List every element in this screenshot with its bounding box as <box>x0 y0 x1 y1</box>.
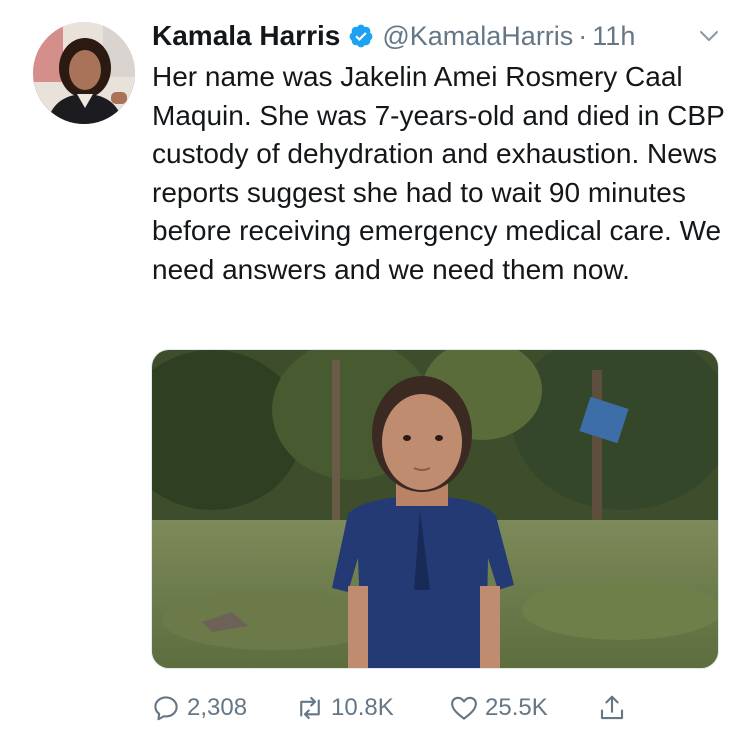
tweet-actions: 2,308 10.8K 25.5K <box>151 688 651 728</box>
like-count: 25.5K <box>485 694 548 721</box>
media-image <box>152 350 718 668</box>
verified-badge-icon <box>348 23 374 49</box>
separator-dot: · <box>578 20 588 51</box>
display-name[interactable]: Kamala Harris <box>152 20 340 52</box>
chevron-down-icon[interactable] <box>697 24 721 48</box>
tweet-text: Her name was Jakelin Amei Rosmery Caal M… <box>152 61 725 285</box>
tweet-media[interactable] <box>151 349 719 669</box>
retweet-count: 10.8K <box>331 694 394 721</box>
like-button[interactable]: 25.5K <box>449 688 548 728</box>
timestamp[interactable]: 11h <box>592 21 635 52</box>
share-button[interactable] <box>597 688 627 728</box>
author-handle[interactable]: @KamalaHarris <box>382 21 573 52</box>
author-avatar[interactable] <box>33 22 135 124</box>
retweet-button[interactable]: 10.8K <box>295 688 394 728</box>
reply-count: 2,308 <box>187 694 248 721</box>
retweet-icon <box>300 696 320 720</box>
heart-icon <box>451 696 477 720</box>
tweet-header: Kamala Harris @KamalaHarris · 11h <box>152 18 721 54</box>
reply-button[interactable]: 2,308 <box>151 688 247 728</box>
avatar-image <box>33 22 135 124</box>
reply-icon <box>154 696 178 721</box>
share-icon <box>600 695 624 720</box>
tweet: Kamala Harris @KamalaHarris · 11h Her na… <box>0 0 749 736</box>
